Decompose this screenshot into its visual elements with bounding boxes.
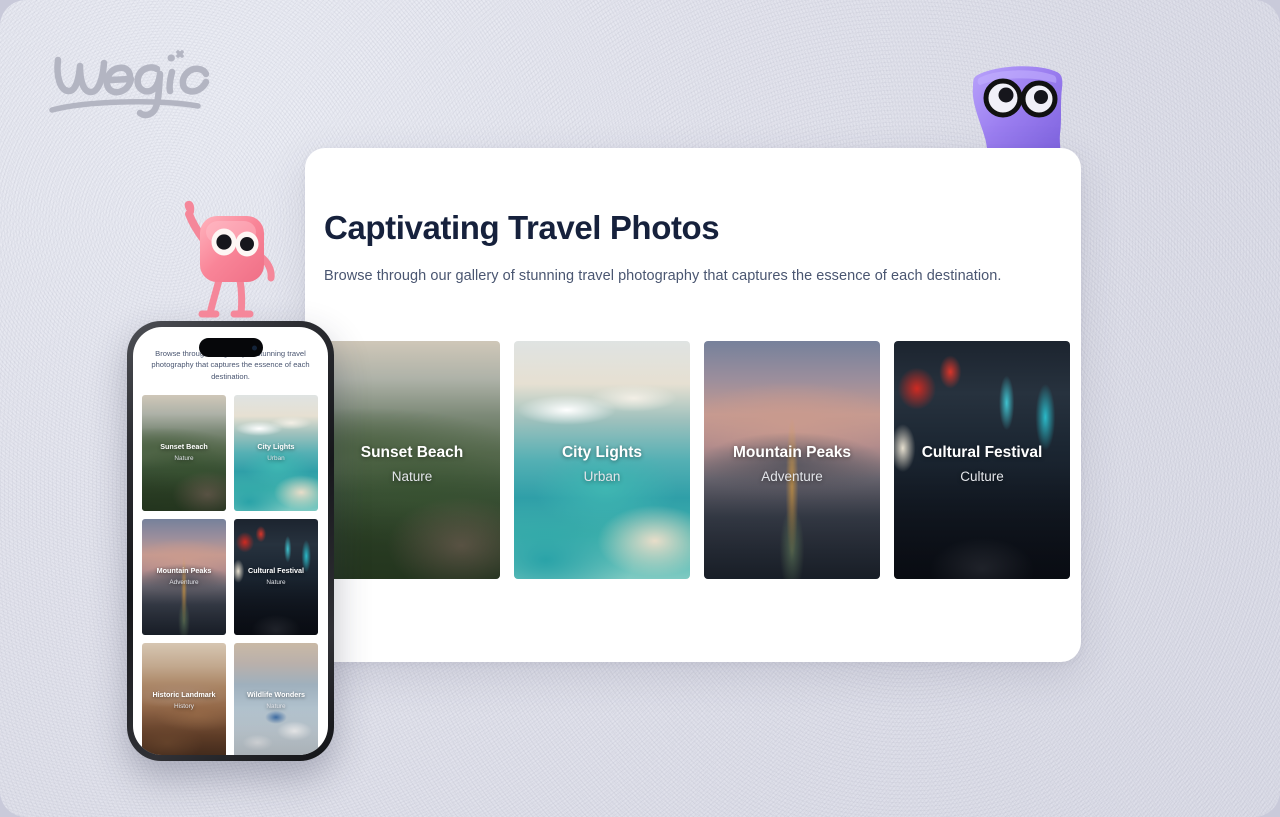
mascot-leg: [206, 276, 223, 318]
phone-mockup: Browse through our gallery of stunning t…: [127, 321, 334, 761]
card-title: Historic Landmark: [152, 690, 216, 699]
card-category: Nature: [266, 578, 286, 586]
card-category: Urban: [583, 468, 621, 484]
photo-gallery: Sunset Beach Nature City Lights Urban Mo…: [324, 341, 1081, 579]
card-category: Culture: [960, 468, 1004, 484]
phone-screen: Browse through our gallery of stunning t…: [133, 327, 328, 755]
pink-mascot-icon: [184, 200, 275, 318]
card-title: Wildlife Wonders: [246, 690, 306, 699]
wegic-logo[interactable]: [46, 44, 236, 122]
card-title: City Lights: [257, 442, 295, 451]
mascot-leg: [236, 276, 246, 318]
card-title: Cultural Festival: [921, 444, 1043, 461]
card-category: Adventure: [761, 468, 823, 484]
card-caption: Wildlife Wonders Nature: [234, 690, 318, 710]
card-caption: Cultural Festival Culture: [894, 444, 1070, 485]
card-category: Nature: [391, 468, 433, 484]
desktop-preview-panel: Captivating Travel Photos Browse through…: [305, 148, 1081, 662]
card-category: Adventure: [169, 578, 199, 586]
card-category: Nature: [174, 454, 194, 462]
card-title: Sunset Beach: [360, 444, 464, 461]
gallery-card[interactable]: Mountain Peaks Adventure: [704, 341, 880, 579]
page-title: Captivating Travel Photos: [324, 209, 720, 246]
gallery-card[interactable]: Cultural Festival Culture: [894, 341, 1070, 579]
card-title: Cultural Festival: [248, 566, 304, 575]
phone-gallery-card[interactable]: Mountain Peaks Adventure: [142, 519, 226, 635]
card-caption: Historic Landmark History: [142, 690, 226, 710]
card-title: City Lights: [561, 444, 643, 461]
card-title: Sunset Beach: [160, 442, 208, 451]
phone-gallery-card[interactable]: Cultural Festival Nature: [234, 519, 318, 635]
phone-gallery-card[interactable]: Sunset Beach Nature: [142, 395, 226, 511]
card-title: Mountain Peaks: [156, 566, 212, 575]
gallery-card[interactable]: City Lights Urban: [514, 341, 690, 579]
card-category: Urban: [267, 454, 285, 462]
dynamic-island: [198, 338, 263, 357]
phone-photo-gallery: Sunset Beach Nature City Lights Urban Mo…: [142, 395, 319, 755]
pink-waving-mascot: [176, 196, 288, 318]
card-category: History: [174, 702, 194, 710]
page-background: Captivating Travel Photos Browse through…: [0, 0, 1280, 817]
card-category: Nature: [266, 702, 286, 710]
phone-gallery-card[interactable]: Historic Landmark History: [142, 643, 226, 755]
card-caption: Sunset Beach Nature: [142, 442, 226, 462]
card-caption: Sunset Beach Nature: [324, 444, 500, 485]
card-caption: City Lights Urban: [514, 444, 690, 485]
phone-gallery-card[interactable]: Wildlife Wonders Nature: [234, 643, 318, 755]
wegic-wordmark-icon: [49, 50, 210, 119]
card-caption: City Lights Urban: [234, 442, 318, 462]
card-caption: Mountain Peaks Adventure: [142, 566, 226, 586]
card-caption: Cultural Festival Nature: [234, 566, 318, 586]
page-subtitle: Browse through our gallery of stunning t…: [324, 268, 1002, 285]
phone-gallery-card[interactable]: City Lights Urban: [234, 395, 318, 511]
panel-header: Captivating Travel Photos Browse through…: [305, 148, 1081, 284]
card-caption: Mountain Peaks Adventure: [704, 444, 880, 485]
gallery-card[interactable]: Sunset Beach Nature: [324, 341, 500, 579]
card-title: Mountain Peaks: [733, 444, 851, 461]
